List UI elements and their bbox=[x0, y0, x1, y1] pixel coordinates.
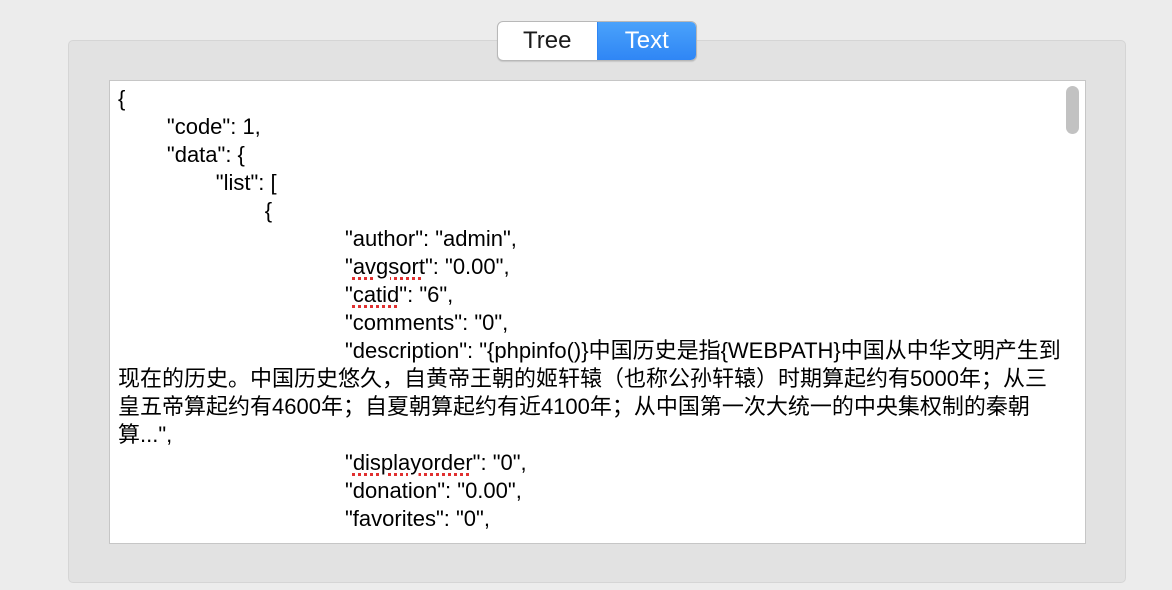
json-line: { bbox=[118, 198, 273, 223]
spellcheck-word: catid bbox=[352, 282, 400, 307]
json-value: ": "0.00", bbox=[424, 254, 510, 279]
json-text-editor[interactable]: { "code": 1, "data": { "list": [ { "auth… bbox=[109, 80, 1086, 544]
json-line: "list": [ bbox=[118, 170, 277, 195]
spellcheck-word: avgsort bbox=[352, 254, 425, 279]
json-line: "comments": "0", bbox=[345, 310, 509, 335]
json-line: "data": { bbox=[118, 142, 245, 167]
json-line: "displayorder": "0", bbox=[345, 450, 527, 475]
json-value: ": "0", bbox=[472, 450, 527, 475]
view-mode-segmented-control: Tree Text bbox=[497, 21, 697, 61]
json-line: "catid": "6", bbox=[345, 282, 454, 307]
json-line: "code": 1, bbox=[118, 114, 261, 139]
text-view-button[interactable]: Text bbox=[596, 22, 696, 60]
json-line: "favorites": "0", bbox=[345, 506, 490, 531]
json-line-description: "description": "{phpinfo()}中国历史是指{WEBPAT… bbox=[118, 338, 1061, 447]
json-line: "avgsort": "0.00", bbox=[345, 254, 510, 279]
json-line: "donation": "0.00", bbox=[345, 478, 522, 503]
json-line: { bbox=[118, 86, 126, 111]
tree-view-button[interactable]: Tree bbox=[498, 22, 597, 60]
json-content[interactable]: { "code": 1, "data": { "list": [ { "auth… bbox=[118, 85, 1066, 533]
vertical-scrollbar[interactable] bbox=[1066, 86, 1079, 134]
spellcheck-word: displayorder bbox=[352, 450, 473, 475]
json-line: "author": "admin", bbox=[345, 226, 517, 251]
json-value: ": "6", bbox=[399, 282, 454, 307]
